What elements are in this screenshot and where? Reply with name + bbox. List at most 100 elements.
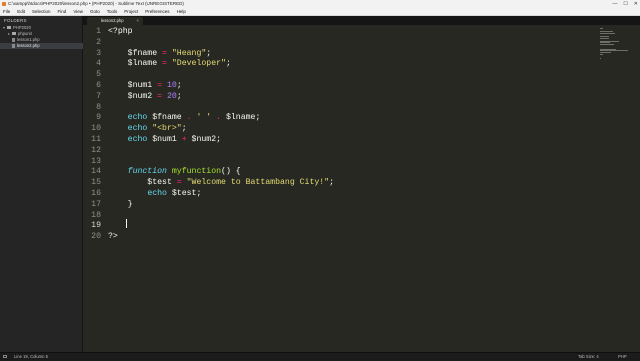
sidebar-item-label: lesson1.php bbox=[17, 37, 40, 42]
line-number: 19 bbox=[91, 221, 101, 231]
code-token: "Heang" bbox=[171, 48, 207, 58]
code-line[interactable]: } bbox=[108, 200, 133, 211]
menu-find[interactable]: Find bbox=[58, 8, 67, 15]
code-line[interactable]: echo $num1 + $num2; bbox=[108, 135, 221, 146]
code-line[interactable]: ?> bbox=[108, 232, 118, 243]
status-bar: Line 19, Column 5 Tab Size: 4 PHP bbox=[0, 352, 640, 360]
menu-project[interactable]: Project bbox=[124, 8, 138, 15]
menu-edit[interactable]: Edit bbox=[17, 8, 25, 15]
line-number: 7 bbox=[96, 91, 101, 101]
code-token: $num1 bbox=[108, 81, 158, 90]
code-token: function bbox=[127, 167, 167, 177]
code-token: $test bbox=[108, 178, 177, 188]
minimap-line bbox=[600, 58, 602, 60]
line-number: 2 bbox=[96, 37, 101, 47]
menu-selection[interactable]: Selection bbox=[32, 8, 51, 15]
code-token: } bbox=[108, 199, 133, 209]
line-number: 18 bbox=[91, 210, 101, 220]
line-number: 6 bbox=[96, 81, 101, 90]
sidebar-item-label: lesson2.php bbox=[17, 43, 40, 48]
code-token: $num2; bbox=[186, 135, 222, 144]
folder-icon bbox=[12, 32, 16, 35]
menu-view[interactable]: View bbox=[73, 8, 83, 15]
code-token: ; bbox=[176, 81, 182, 90]
maximize-button[interactable]: ☐ bbox=[623, 0, 627, 8]
code-token: myfunction bbox=[171, 167, 222, 177]
code-token: "Developer" bbox=[171, 59, 226, 69]
minimap-line bbox=[600, 44, 614, 45]
menu-file[interactable]: File bbox=[3, 8, 10, 15]
line-number: 8 bbox=[96, 102, 101, 112]
code-line[interactable]: $lname = "Developer"; bbox=[108, 59, 231, 70]
menu-goto[interactable]: Goto bbox=[90, 8, 100, 15]
code-token: ; bbox=[206, 48, 212, 58]
line-number: 4 bbox=[96, 59, 101, 69]
menu-help[interactable]: Help bbox=[177, 8, 186, 15]
sublime-app-icon bbox=[2, 2, 6, 6]
code-line[interactable]: echo "<br>"; bbox=[108, 124, 187, 135]
code-line[interactable]: echo $fname . ' ' . $lname; bbox=[108, 113, 261, 124]
code-token: $fname bbox=[108, 48, 163, 58]
line-number: 14 bbox=[91, 167, 101, 177]
minimap-line bbox=[600, 37, 609, 39]
tab-lesson2[interactable]: lesson2.php × bbox=[87, 17, 143, 25]
code-token: $num2 bbox=[108, 91, 158, 101]
line-number: 1 bbox=[96, 27, 101, 36]
sidebar-item-lesson2[interactable]: lesson2.php bbox=[0, 43, 83, 49]
code-token: echo bbox=[147, 189, 167, 198]
minimap-line bbox=[600, 53, 603, 55]
minimize-button[interactable]: — bbox=[612, 0, 617, 8]
folder-icon bbox=[7, 26, 11, 29]
code-line[interactable]: $test = "Welcome to Battambang City!"; bbox=[108, 178, 334, 189]
file-icon bbox=[12, 37, 15, 42]
line-number: 13 bbox=[91, 156, 101, 166]
line-number: 5 bbox=[96, 70, 101, 80]
menu-preferences[interactable]: Preferences bbox=[145, 8, 169, 15]
line-number: 17 bbox=[91, 199, 101, 209]
code-token: $num1 bbox=[147, 135, 182, 144]
code-token: ; bbox=[225, 59, 231, 69]
code-editor[interactable]: 1 2 3 4 5 6 7 8 9 10 11 12 13 14 15 16 17 18 19 20 <?php $f… bbox=[83, 25, 640, 352]
code-token: () { bbox=[221, 167, 241, 177]
code-line[interactable]: <?php bbox=[108, 27, 133, 38]
code-line[interactable]: $num1 = 10; bbox=[108, 81, 182, 92]
minimap[interactable] bbox=[598, 25, 638, 65]
sidebar-item-label: PHP2020 bbox=[13, 25, 31, 30]
code-token: echo bbox=[127, 124, 148, 134]
close-icon[interactable]: × bbox=[136, 17, 139, 25]
line-number: 12 bbox=[91, 145, 101, 155]
line-number: 20 bbox=[91, 232, 101, 242]
code-token: "Welcome to Battambang City!" bbox=[186, 178, 330, 188]
code-line[interactable]: $num2 = 20; bbox=[108, 92, 182, 103]
line-number: 9 bbox=[96, 113, 101, 123]
code-token: ; bbox=[181, 124, 187, 134]
sidebar-item-label: phpunit bbox=[18, 31, 32, 36]
panel-toggle-icon[interactable] bbox=[3, 355, 7, 358]
code-token: ?> bbox=[108, 232, 118, 242]
code-token: echo bbox=[127, 113, 148, 123]
code-line[interactable]: $fname = "Heang"; bbox=[108, 48, 212, 60]
code-token: ' ' bbox=[196, 113, 212, 123]
close-window-button[interactable]: ✕ bbox=[634, 0, 638, 8]
code-line[interactable]: function myfunction() { bbox=[108, 167, 241, 178]
code-token: 10 bbox=[166, 81, 177, 90]
code-token: $test; bbox=[166, 189, 202, 198]
code-token: 20 bbox=[166, 91, 177, 101]
menu-tools[interactable]: Tools bbox=[107, 8, 118, 15]
line-number: 11 bbox=[91, 135, 101, 144]
folders-header: FOLDERS bbox=[4, 18, 27, 23]
code-line[interactable]: echo $test; bbox=[108, 189, 201, 200]
code-token: $lname bbox=[108, 59, 163, 69]
line-number: 10 bbox=[91, 124, 101, 134]
text-cursor bbox=[126, 219, 127, 228]
window-controls: — ☐ ✕ bbox=[612, 0, 638, 8]
minimap-line bbox=[600, 32, 615, 34]
code-token: echo bbox=[127, 135, 148, 144]
code-token: $fname bbox=[147, 113, 187, 123]
tab-label: lesson2.php bbox=[101, 18, 124, 23]
